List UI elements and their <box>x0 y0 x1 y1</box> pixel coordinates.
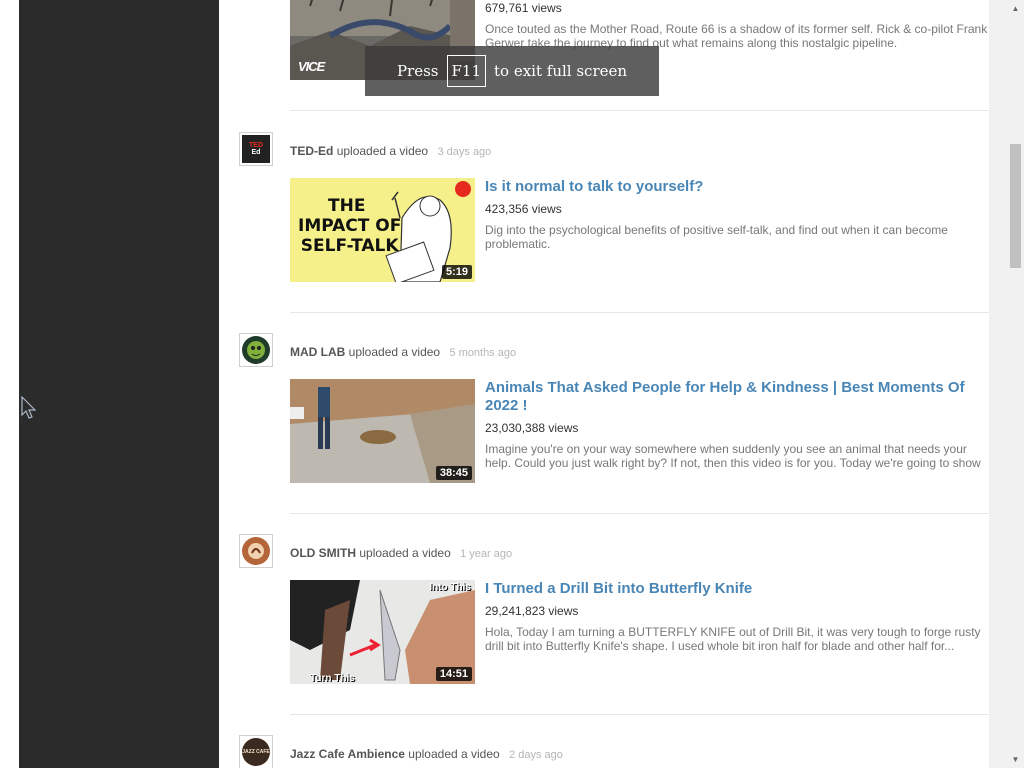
video-views: 29,241,823 views <box>485 604 579 618</box>
channel-name[interactable]: TED-Ed <box>290 144 333 158</box>
sidebar <box>19 0 219 768</box>
video-duration: 14:51 <box>435 667 472 681</box>
divider <box>290 312 989 313</box>
divider <box>290 513 989 514</box>
video-description: Imagine you're on your way somewhere whe… <box>485 442 981 470</box>
channel-avatar[interactable] <box>239 333 273 367</box>
toast-message: to exit full screen <box>494 62 628 80</box>
toast-press-label: Press <box>396 62 439 80</box>
channel-avatar[interactable]: TED Ed <box>239 132 273 166</box>
f11-key-badge: F11 <box>446 55 487 87</box>
video-thumbnail[interactable]: THE IMPACT OF SELF-TALK 5:19 <box>290 178 475 282</box>
video-thumbnail[interactable]: Into This Turn This 14:51 <box>290 580 475 684</box>
page-gutter <box>989 0 1007 768</box>
video-title-link[interactable]: I Turned a Drill Bit into Butterfly Knif… <box>485 580 985 598</box>
jazz-cafe-logo-icon: JAZZ CAFE <box>242 738 270 766</box>
video-views: 679,761 views <box>485 1 562 15</box>
channel-avatar[interactable]: JAZZ CAFE <box>239 735 273 768</box>
ted-ed-logo-icon: TED Ed <box>242 135 270 163</box>
upload-action: uploaded a video <box>359 546 451 560</box>
divider <box>290 110 989 111</box>
video-thumbnail[interactable]: 38:45 <box>290 379 475 483</box>
channel-name[interactable]: Jazz Cafe Ambience <box>290 747 405 761</box>
video-title-link[interactable]: Is it normal to talk to yourself? <box>485 178 985 196</box>
uploader-line: TED-Ed uploaded a video 3 days ago <box>290 144 491 158</box>
video-duration: 5:19 <box>441 265 472 279</box>
video-views: 23,030,388 views <box>485 421 579 435</box>
upload-time: 5 months ago <box>449 347 517 359</box>
upload-action: uploaded a video <box>348 345 441 359</box>
vertical-scrollbar[interactable] <box>1007 0 1024 768</box>
channel-name[interactable]: OLD SMITH <box>290 546 356 560</box>
video-description: Hola, Today I am turning a BUTTERFLY KNI… <box>485 625 981 653</box>
thumbnail-caption-bottom: Turn This <box>310 673 355 684</box>
upload-time: 1 year ago <box>460 548 513 560</box>
thumbnail-caption-top: Into This <box>429 582 471 593</box>
old-smith-logo-icon <box>242 537 270 565</box>
upload-time: 2 days ago <box>509 749 563 761</box>
video-title-link[interactable]: Animals That Asked People for Help & Kin… <box>485 379 985 415</box>
window-edge <box>0 0 19 768</box>
activity-feed: VICE 679,761 views Once touted as the Mo… <box>219 0 989 768</box>
uploader-line: OLD SMITH uploaded a video 1 year ago <box>290 546 512 560</box>
channel-name[interactable]: MAD LAB <box>290 345 345 359</box>
scroll-down-arrow-icon[interactable]: ▼ <box>1007 751 1024 768</box>
upload-time: 3 days ago <box>437 146 492 158</box>
channel-avatar[interactable] <box>239 534 273 568</box>
video-views: 423,356 views <box>485 202 562 216</box>
mad-lab-logo-icon <box>242 336 270 364</box>
uploader-line: Jazz Cafe Ambience uploaded a video 2 da… <box>290 747 563 761</box>
vice-logo: VICE <box>298 59 325 74</box>
video-description: Dig into the psychological benefits of p… <box>485 223 948 251</box>
upload-action: uploaded a video <box>408 747 500 761</box>
video-duration: 38:45 <box>435 466 472 480</box>
mouse-cursor-icon <box>21 396 37 419</box>
fullscreen-exit-toast: Press F11 to exit full screen <box>365 46 659 96</box>
uploader-line: MAD LAB uploaded a video 5 months ago <box>290 345 516 359</box>
scroll-up-arrow-icon[interactable]: ▲ <box>1007 0 1024 17</box>
thumbnail-caption: THE IMPACT OF SELF-TALK <box>298 196 402 256</box>
scrollbar-thumb[interactable] <box>1010 144 1021 268</box>
divider <box>290 714 989 715</box>
upload-action: uploaded a video <box>336 144 429 158</box>
